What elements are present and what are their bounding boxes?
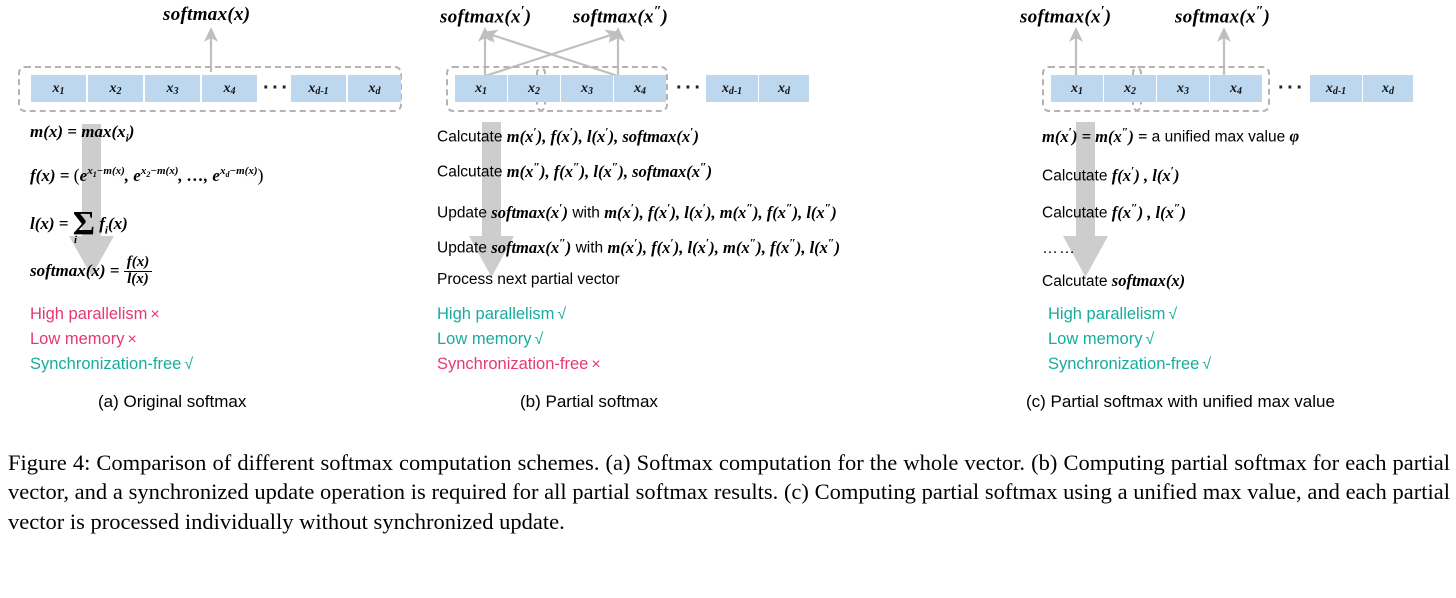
vector-cell-x3: x3	[1157, 75, 1209, 102]
property-mark: √	[184, 356, 194, 373]
property-label: Low memory	[30, 330, 125, 348]
property-high-parallelism: High parallelism √	[1048, 305, 1177, 324]
property-label: High parallelism	[30, 305, 148, 323]
property-high-parallelism: High parallelism √	[437, 305, 566, 324]
panel-b-output-label-1: softmax(x′)	[440, 4, 532, 28]
formula-l: l(x) = Σi fi(x)	[30, 205, 128, 246]
formula-f: f(x) = (ex1−m(x), ex2−m(x), …, exd−m(x))	[30, 165, 264, 185]
panel-a-output-label: softmax(x)	[163, 4, 251, 25]
vector-cell-xd-1: x d-1	[706, 75, 758, 102]
property-high-parallelism: High parallelism ×	[30, 305, 160, 324]
step-line-3: Update softmax(x′) with m(x′), f(x′), l(…	[437, 200, 837, 222]
property-low-memory: Low memory ×	[30, 330, 137, 349]
vector-cell-x4: x4	[614, 75, 666, 102]
property-synchronization-free: Synchronization-free ×	[437, 355, 601, 374]
step-line-4: ……	[1042, 240, 1076, 257]
property-label: High parallelism	[437, 305, 555, 323]
vector-cell-xd: xd	[348, 75, 401, 102]
vector-cell-xd: xd	[759, 75, 809, 102]
vector-cell-x1: x1	[31, 75, 86, 102]
property-mark: √	[1168, 306, 1178, 323]
vector-ellipsis: ···	[1278, 77, 1306, 99]
property-label: Synchronization-free	[1048, 355, 1200, 373]
property-mark: √	[557, 306, 567, 323]
panel-c-output-label-2: softmax(x″)	[1175, 4, 1271, 28]
vector-cell-x1: x1	[1051, 75, 1103, 102]
step-line-5: Calcutate softmax(x)	[1042, 271, 1186, 290]
figure-caption: Figure 4: Comparison of different softma…	[8, 450, 1450, 534]
panel-c-output-label-1: softmax(x′)	[1020, 4, 1112, 28]
panel-b-caption: (b) Partial softmax	[520, 392, 658, 411]
property-mark: ×	[150, 306, 160, 323]
vector-cell-x4: x4	[1210, 75, 1262, 102]
panel-c-caption: (c) Partial softmax with unified max val…	[1026, 392, 1335, 411]
vector-cell-xd-1: x d-1	[1310, 75, 1362, 102]
vector-ellipsis: ···	[263, 77, 291, 99]
vector-ellipsis: ···	[676, 77, 704, 99]
property-mark: ×	[127, 331, 137, 348]
vector-cell-x2: x2	[508, 75, 560, 102]
vector-cell-xd-1: x d-1	[291, 75, 346, 102]
step-line-5: Process next partial vector	[437, 271, 620, 288]
property-mark: √	[1145, 331, 1155, 348]
property-low-memory: Low memory √	[1048, 330, 1154, 349]
vector-cell-x3: x3	[145, 75, 200, 102]
panel-a-caption: (a) Original softmax	[98, 392, 247, 411]
figure-root: softmax(x) x1 x2 x3 x4 ··· x d-1 xd m(x)…	[0, 0, 1456, 598]
property-label: Synchronization-free	[437, 355, 589, 373]
panel-a: softmax(x) x1 x2 x3 x4 ··· x d-1 xd m(x)…	[0, 0, 440, 420]
panel-b: softmax(x′) softmax(x″) x1 x2 x 3 x 4 ··…	[428, 0, 1028, 420]
vector-cell-xd: xd	[1363, 75, 1413, 102]
formula-softmax: softmax(x) = f(x) l(x)	[30, 254, 153, 289]
property-synchronization-free: Synchronization-free √	[30, 355, 193, 374]
step-line-4: Update softmax(x″) with m(x′), f(x′), l(…	[437, 235, 841, 257]
step-line-3: Calcutate f(x″) , l(x″)	[1042, 200, 1187, 222]
property-label: Low memory	[437, 330, 532, 348]
property-low-memory: Low memory √	[437, 330, 543, 349]
property-mark: √	[534, 331, 544, 348]
vector-cell-x3: x3	[561, 75, 613, 102]
property-synchronization-free: Synchronization-free √	[1048, 355, 1211, 374]
step-line-2: Calcutate f(x′) , l(x′)	[1042, 163, 1180, 185]
vector-cell-x4: x4	[202, 75, 257, 102]
step-line-2: Calcutate m(x″), f(x″), l(x″), softmax(x…	[437, 159, 713, 181]
vector-cell-x2: x2	[88, 75, 143, 102]
property-mark: ×	[591, 356, 601, 373]
formula-m: m(x) = max(xi)	[30, 122, 135, 145]
panel-c: softmax(x′) softmax(x″) x1 x2 x3 x4 ··· …	[1010, 0, 1456, 420]
property-label: Low memory	[1048, 330, 1143, 348]
vector-cell-x2: x2	[1104, 75, 1156, 102]
step-line-1: Calcutate m(x′), f(x′), l(x′), softmax(x…	[437, 124, 700, 146]
property-mark: √	[1202, 356, 1212, 373]
property-label: High parallelism	[1048, 305, 1166, 323]
vector-cell-x1: x1	[455, 75, 507, 102]
step-line-1: m(x′) = m(x″) = a unified max value φ	[1042, 124, 1300, 146]
property-label: Synchronization-free	[30, 355, 182, 373]
panel-b-output-label-2: softmax(x″)	[573, 4, 669, 28]
